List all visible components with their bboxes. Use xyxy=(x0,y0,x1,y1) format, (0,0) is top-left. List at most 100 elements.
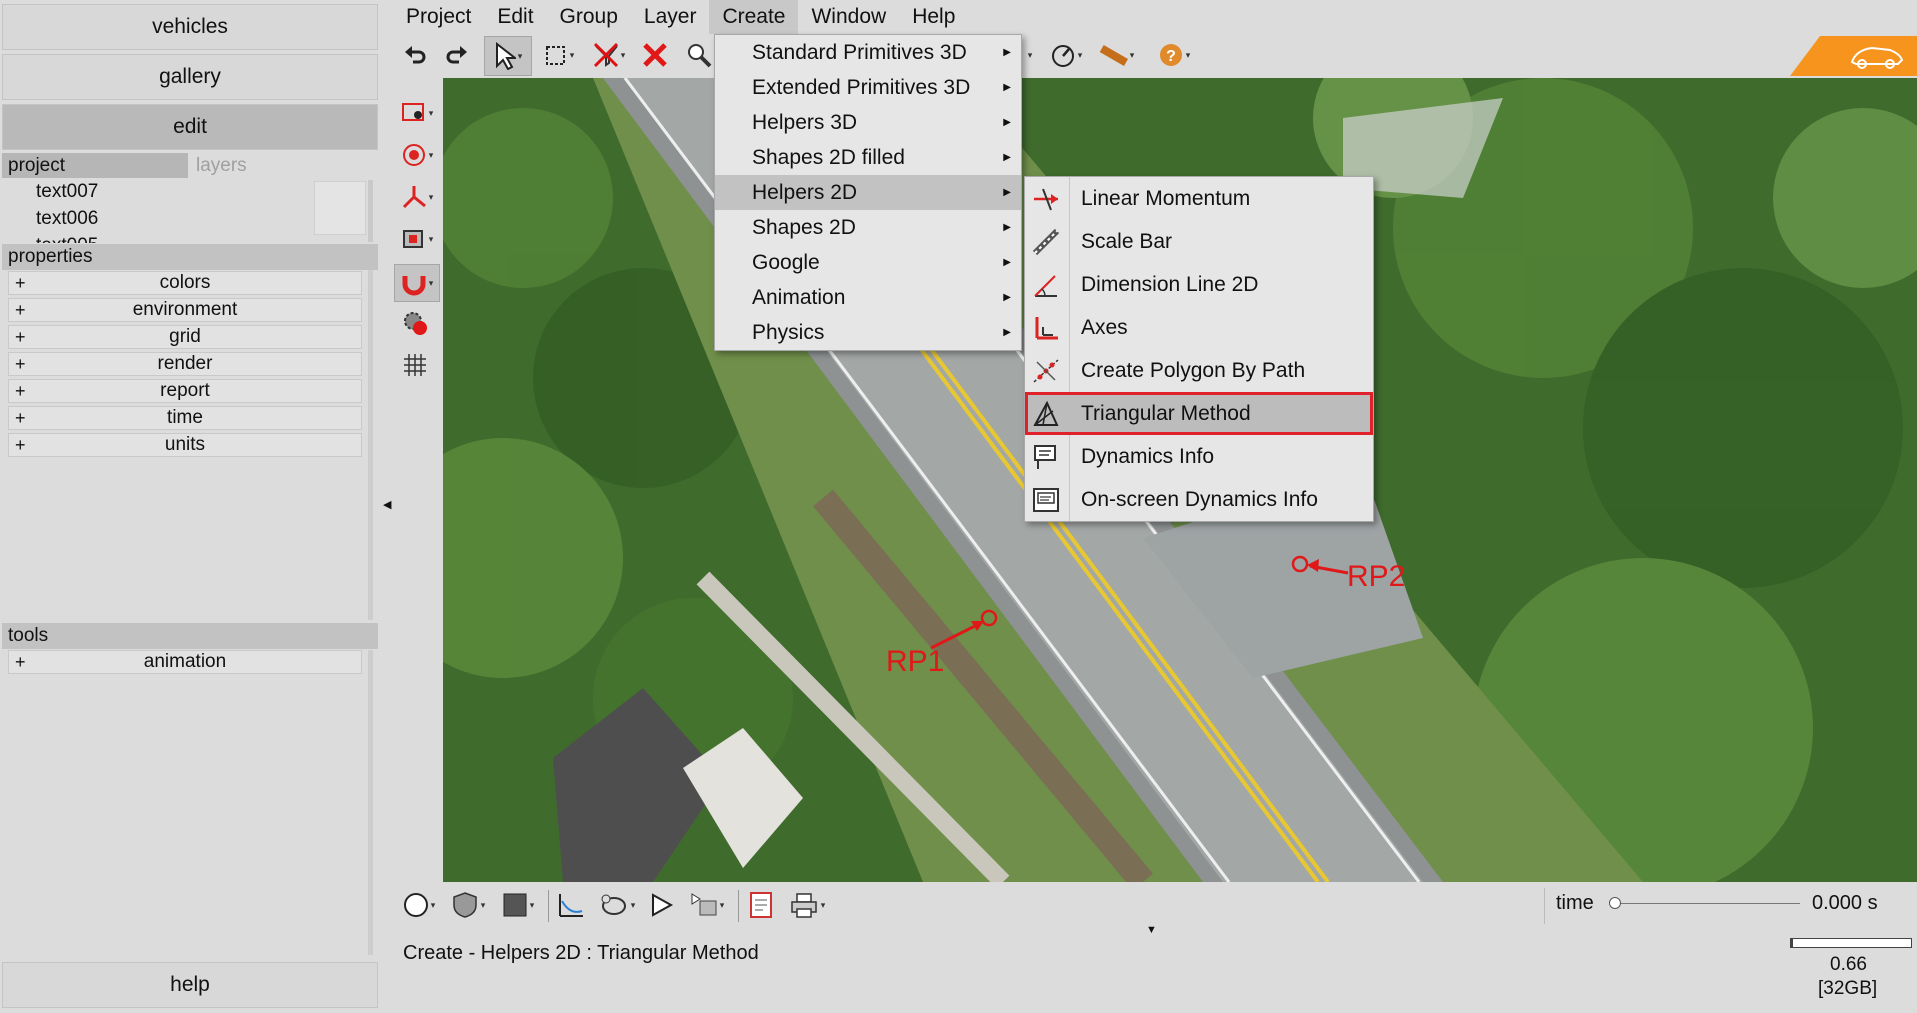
report-icon[interactable] xyxy=(744,888,778,922)
tree-item[interactable]: text006 xyxy=(36,208,98,230)
zoom-icon[interactable] xyxy=(682,38,716,72)
menu-item-animation[interactable]: Animation ▶ xyxy=(715,280,1021,315)
submenu-arrow-icon: ▶ xyxy=(1003,257,1011,268)
print-icon[interactable]: ▾ xyxy=(784,888,830,922)
menu-item-scale-bar[interactable]: Scale Bar xyxy=(1025,220,1373,263)
menu-item-shapes-2d-filled[interactable]: Shapes 2D filled ▶ xyxy=(715,140,1021,175)
speedometer-icon[interactable]: ▾ xyxy=(1044,38,1088,72)
menu-item-extended-primitives-3d[interactable]: Extended Primitives 3D ▶ xyxy=(715,70,1021,105)
menu-item-label: Google xyxy=(752,251,820,274)
expand-icon[interactable]: + xyxy=(15,380,26,402)
dimension-line-icon xyxy=(1034,275,1057,297)
menu-help[interactable]: Help xyxy=(899,0,968,34)
select-icon[interactable]: ▾ xyxy=(484,36,532,76)
tree-scrollbar[interactable] xyxy=(368,180,373,242)
time-slider-handle[interactable] xyxy=(1609,897,1621,909)
properties-scrollbar[interactable] xyxy=(368,270,373,620)
magnet-icon[interactable]: ▾ xyxy=(394,264,440,302)
menu-item-standard-primitives-3d[interactable]: Standard Primitives 3D ▶ xyxy=(715,35,1021,70)
expand-icon[interactable]: + xyxy=(15,651,26,673)
menu-create[interactable]: Create xyxy=(709,0,799,34)
properties-header: properties xyxy=(2,244,378,270)
snapshot-icon[interactable]: ▾ xyxy=(396,222,438,256)
menu-layer[interactable]: Layer xyxy=(631,0,710,34)
path-animation-icon[interactable]: ▾ xyxy=(594,888,640,922)
tools-scrollbar[interactable] xyxy=(368,650,373,955)
redo-icon[interactable] xyxy=(440,38,474,72)
ruler-icon[interactable]: ▾ xyxy=(1092,38,1140,72)
menu-item-triangular-method[interactable]: Triangular Method xyxy=(1025,392,1373,435)
menu-item-shapes-2d[interactable]: Shapes 2D ▶ xyxy=(715,210,1021,245)
help-button[interactable]: help xyxy=(2,962,378,1008)
toolbar-separator xyxy=(548,890,549,922)
target-icon[interactable]: ▾ xyxy=(396,138,438,172)
delete-icon[interactable] xyxy=(638,38,672,72)
axes-3d-icon[interactable]: ▾ xyxy=(396,180,438,214)
expand-icon[interactable]: + xyxy=(15,272,26,294)
menu-item-label: Scale Bar xyxy=(1081,230,1173,253)
menu-item-physics[interactable]: Physics ▶ xyxy=(715,315,1021,350)
on-screen-dynamics-info-icon xyxy=(1033,488,1059,512)
triangular-method-icon xyxy=(1033,400,1059,426)
submenu-arrow-icon: ▶ xyxy=(1003,292,1011,303)
menu-item-create-polygon-by-path[interactable]: Create Polygon By Path xyxy=(1025,349,1373,392)
vehicles-button[interactable]: vehicles xyxy=(2,4,378,50)
help-icon[interactable]: ? ▾ xyxy=(1152,38,1196,72)
menu-item-linear-momentum[interactable]: Linear Momentum xyxy=(1025,177,1373,220)
expand-icon[interactable]: + xyxy=(15,407,26,429)
circle-shape-icon[interactable]: ▾ xyxy=(398,888,440,922)
menu-item-on-screen-dynamics-info[interactable]: On-screen Dynamics Info xyxy=(1025,478,1373,521)
tree-item[interactable]: text007 xyxy=(36,181,98,203)
menu-item-label: Animation xyxy=(752,286,846,309)
menu-project[interactable]: Project xyxy=(393,0,484,34)
playlist-icon[interactable]: ▾ xyxy=(684,888,730,922)
menu-item-label: Helpers 2D xyxy=(752,181,858,204)
menu-item-axes[interactable]: Axes xyxy=(1025,306,1373,349)
menu-item-label: Create Polygon By Path xyxy=(1081,359,1306,382)
grid-icon[interactable] xyxy=(398,348,432,382)
menu-item-google[interactable]: Google ▶ xyxy=(715,245,1021,280)
property-report[interactable]: + report xyxy=(8,379,362,403)
time-slider-track[interactable] xyxy=(1614,903,1800,904)
edit-button[interactable]: edit xyxy=(2,104,378,150)
menu-item-helpers-3d[interactable]: Helpers 3D ▶ xyxy=(715,105,1021,140)
tool-animation[interactable]: + animation xyxy=(8,650,362,674)
property-render[interactable]: + render xyxy=(8,352,362,376)
tree-item[interactable]: text005 xyxy=(36,235,98,243)
collapse-panel-icon[interactable]: ◀ xyxy=(383,498,391,511)
play-icon[interactable] xyxy=(644,888,678,922)
submenu-arrow-icon: ▶ xyxy=(1003,327,1011,338)
menu-window[interactable]: Window xyxy=(798,0,899,34)
menu-item-helpers-2d[interactable]: Helpers 2D ▶ xyxy=(715,175,1021,210)
property-colors[interactable]: + colors xyxy=(8,271,362,295)
menu-item-label: Extended Primitives 3D xyxy=(752,76,971,99)
property-units[interactable]: + units xyxy=(8,433,362,457)
tab-project[interactable]: project xyxy=(2,153,188,178)
menu-group[interactable]: Group xyxy=(547,0,631,34)
property-label: time xyxy=(167,407,203,428)
menu-item-dynamics-info[interactable]: Dynamics Info xyxy=(1025,435,1373,478)
tree-thumb xyxy=(314,181,366,235)
expand-icon[interactable]: + xyxy=(15,353,26,375)
tab-layers[interactable]: layers xyxy=(196,153,346,178)
menu-item-dimension-line-2d[interactable]: Dimension Line 2D xyxy=(1025,263,1373,306)
shield-shape-icon[interactable]: ▾ xyxy=(446,888,490,922)
filter-icon[interactable]: ▾ xyxy=(588,38,630,72)
settings-icon[interactable] xyxy=(398,306,432,340)
expand-icon[interactable]: + xyxy=(15,326,26,348)
expand-down-icon[interactable]: ▼ xyxy=(1146,924,1157,936)
rectangle-select-icon[interactable]: ▾ xyxy=(538,38,580,72)
camera-frame-icon[interactable]: ▾ xyxy=(396,96,438,130)
property-time[interactable]: + time xyxy=(8,406,362,430)
square-shape-icon[interactable]: ▾ xyxy=(496,888,540,922)
graph-icon[interactable] xyxy=(554,888,588,922)
property-environment[interactable]: + environment xyxy=(8,298,362,322)
submenu-arrow-icon: ▶ xyxy=(1003,152,1011,163)
expand-icon[interactable]: + xyxy=(15,434,26,456)
expand-icon[interactable]: + xyxy=(15,299,26,321)
gallery-button[interactable]: gallery xyxy=(2,54,378,100)
menu-edit[interactable]: Edit xyxy=(484,0,546,34)
undo-icon[interactable] xyxy=(398,38,432,72)
status-message: Create - Helpers 2D : Triangular Method xyxy=(403,942,759,964)
property-grid[interactable]: + grid xyxy=(8,325,362,349)
